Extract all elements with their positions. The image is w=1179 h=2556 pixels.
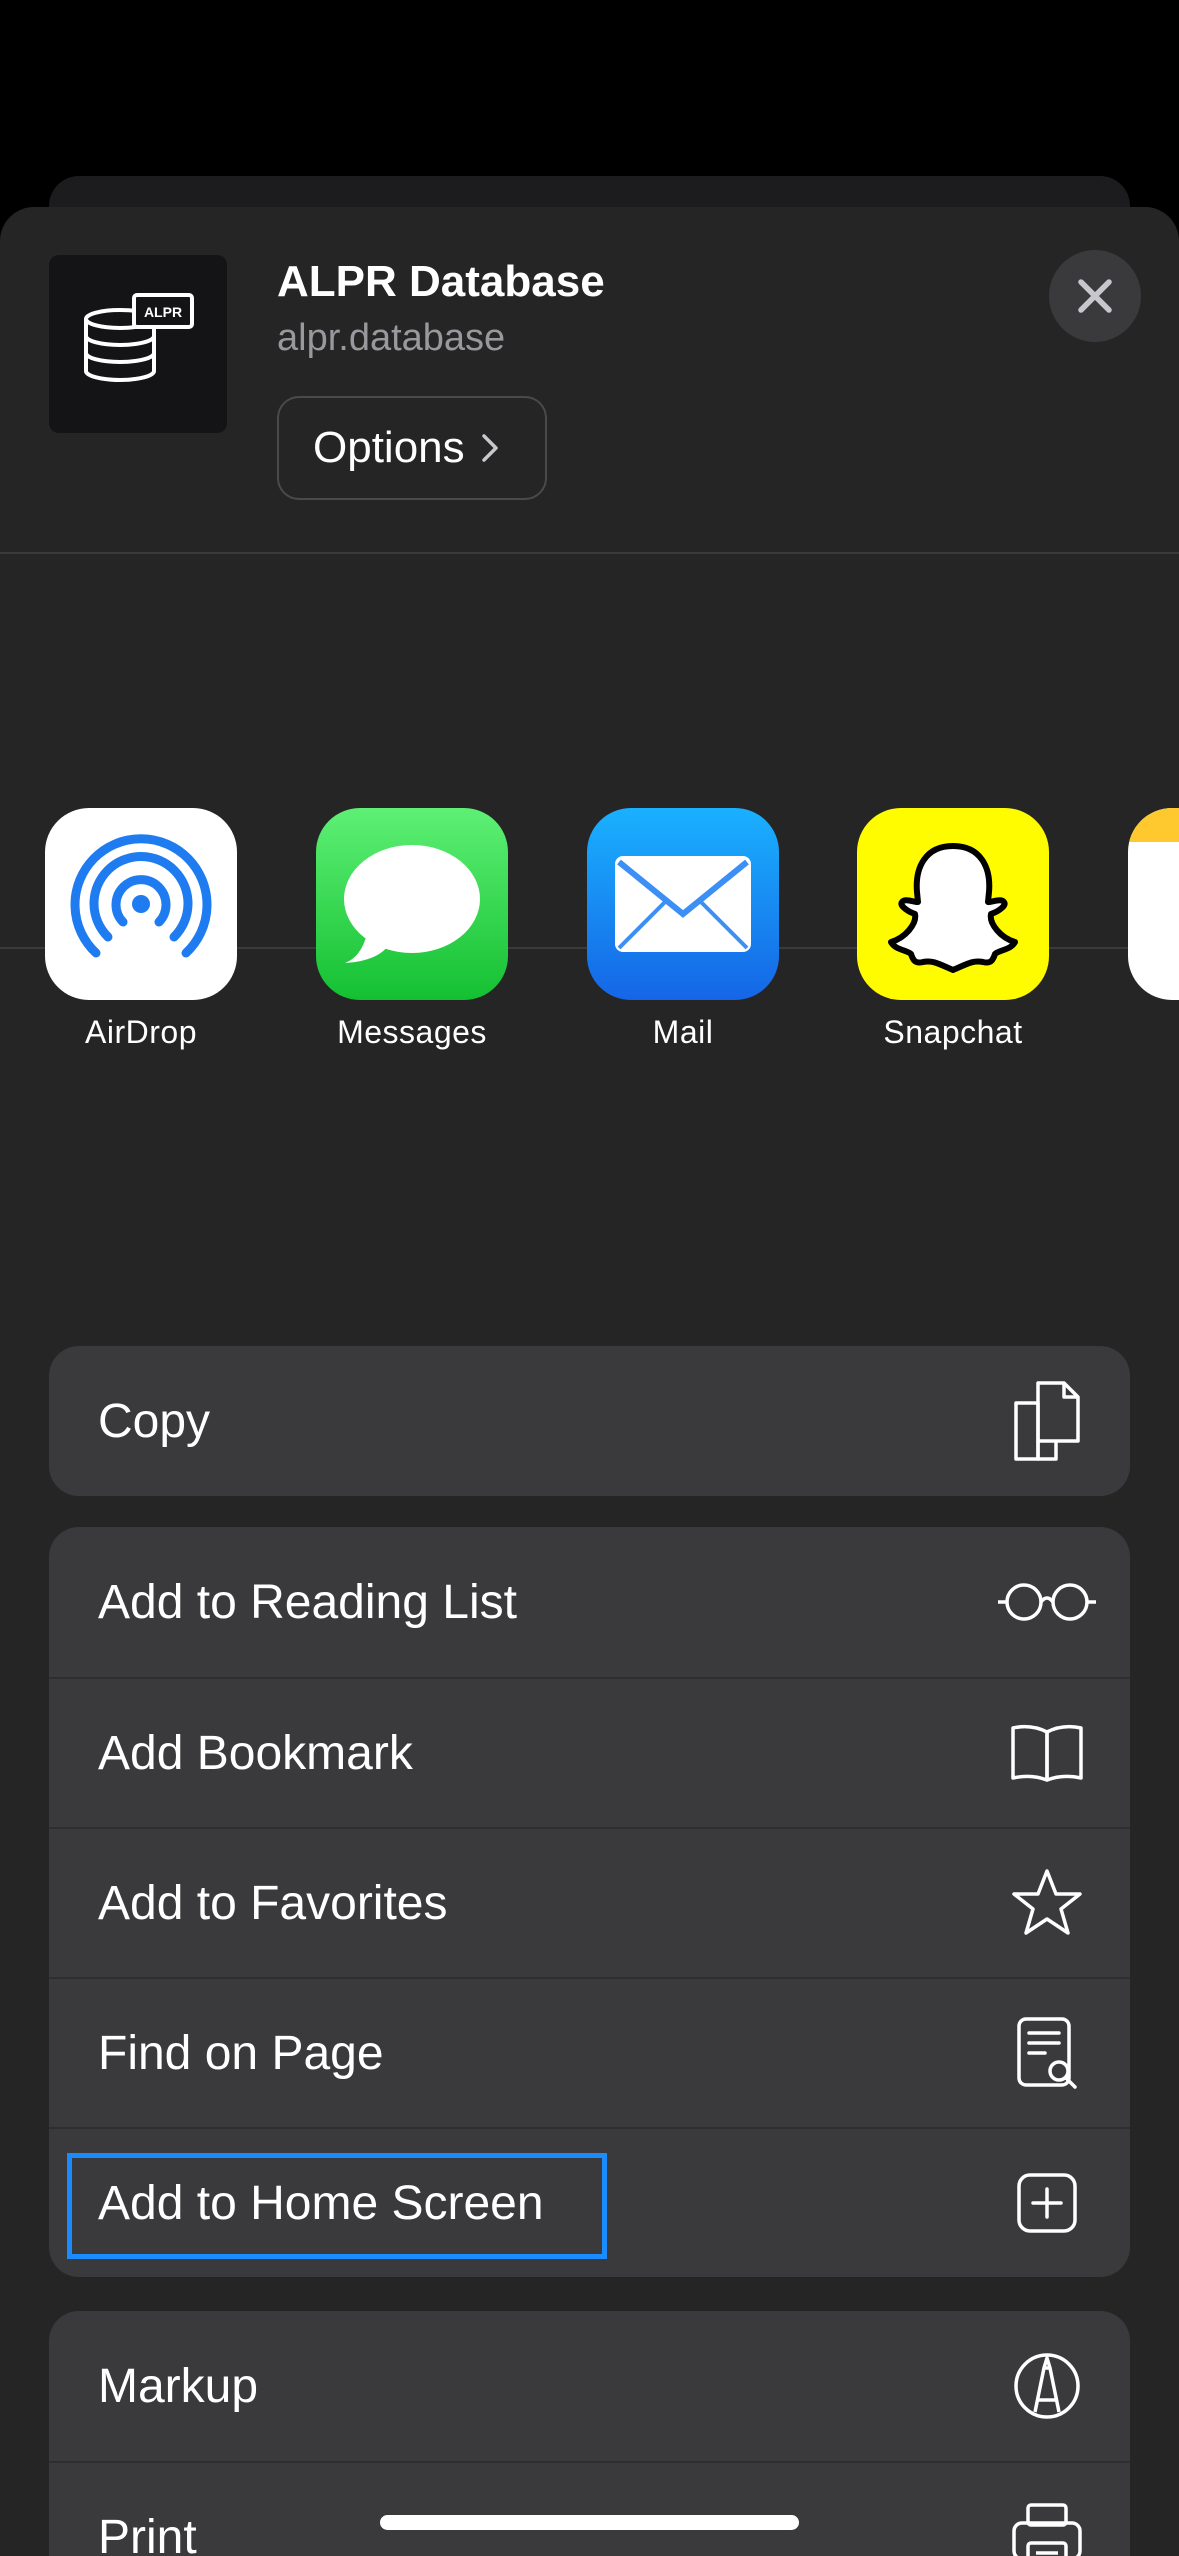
star-icon [992,1858,1102,1948]
printer-icon [992,2492,1102,2556]
app-messages[interactable]: Messages [316,808,508,1051]
actions-group: Add to Reading List Add Bookmark Add to … [49,1527,1130,2277]
options-label: Options [313,423,465,472]
glasses-icon [992,1557,1102,1647]
action-label: Add to Home Screen [98,2176,544,2230]
action-label: Markup [98,2359,259,2413]
action-add-to-favorites[interactable]: Add to Favorites [49,1827,1130,1977]
snapchat-icon [857,808,1049,1000]
messages-icon [316,808,508,1000]
action-add-bookmark[interactable]: Add Bookmark [49,1677,1130,1827]
markup-icon [992,2341,1102,2431]
book-icon [992,1708,1102,1798]
action-find-on-page[interactable]: Find on Page [49,1977,1130,2127]
find-on-page-icon [992,2008,1102,2098]
page-url: alpr.database [277,317,506,359]
app-label: Snapchat [883,1014,1023,1050]
action-add-to-reading-list[interactable]: Add to Reading List [49,1527,1130,1677]
options-button[interactable]: Options [277,396,547,500]
app-label: Mail [652,1014,714,1050]
copy-icon [992,1376,1102,1466]
plus-square-icon [992,2158,1102,2248]
app-label: Messages [337,1014,487,1050]
app-row: AirDrop Messages Mail Snapchat [0,808,1179,1068]
thumb-badge: ALPR [144,304,182,320]
close-button[interactable] [1049,250,1141,342]
action-markup[interactable]: Markup [49,2311,1130,2461]
site-thumbnail: ALPR [49,255,227,433]
action-print[interactable]: Print [49,2461,1130,2556]
share-sheet-screen: ALPR ALPR Database alpr.database Options [0,0,1179,2556]
app-notes-partial[interactable] [1128,808,1179,1000]
chevron-right-icon [481,433,499,463]
action-add-to-home-screen[interactable]: Add to Home Screen [49,2127,1130,2277]
action-label: Add Bookmark [98,1726,413,1780]
app-snapchat[interactable]: Snapchat [857,808,1049,1051]
action-label: Find on Page [98,2026,384,2080]
notes-icon [1128,808,1179,1000]
database-icon: ALPR [84,293,194,382]
action-copy[interactable]: Copy [49,1346,1130,1496]
action-label: Copy [98,1394,211,1448]
mail-icon [587,808,779,1000]
airdrop-icon [45,808,237,1000]
action-label: Print [98,2510,197,2556]
action-label: Add to Favorites [98,1876,448,1930]
copy-group: Copy [49,1346,1130,1496]
action-label: Add to Reading List [98,1575,517,1629]
share-header: ALPR ALPR Database alpr.database Options [0,207,1179,554]
app-mail[interactable]: Mail [587,808,779,1051]
home-indicator[interactable] [380,2515,799,2530]
page-title: ALPR Database [277,257,605,306]
close-icon [1078,279,1112,313]
app-label: AirDrop [85,1014,197,1050]
app-airdrop[interactable]: AirDrop [45,808,237,1051]
